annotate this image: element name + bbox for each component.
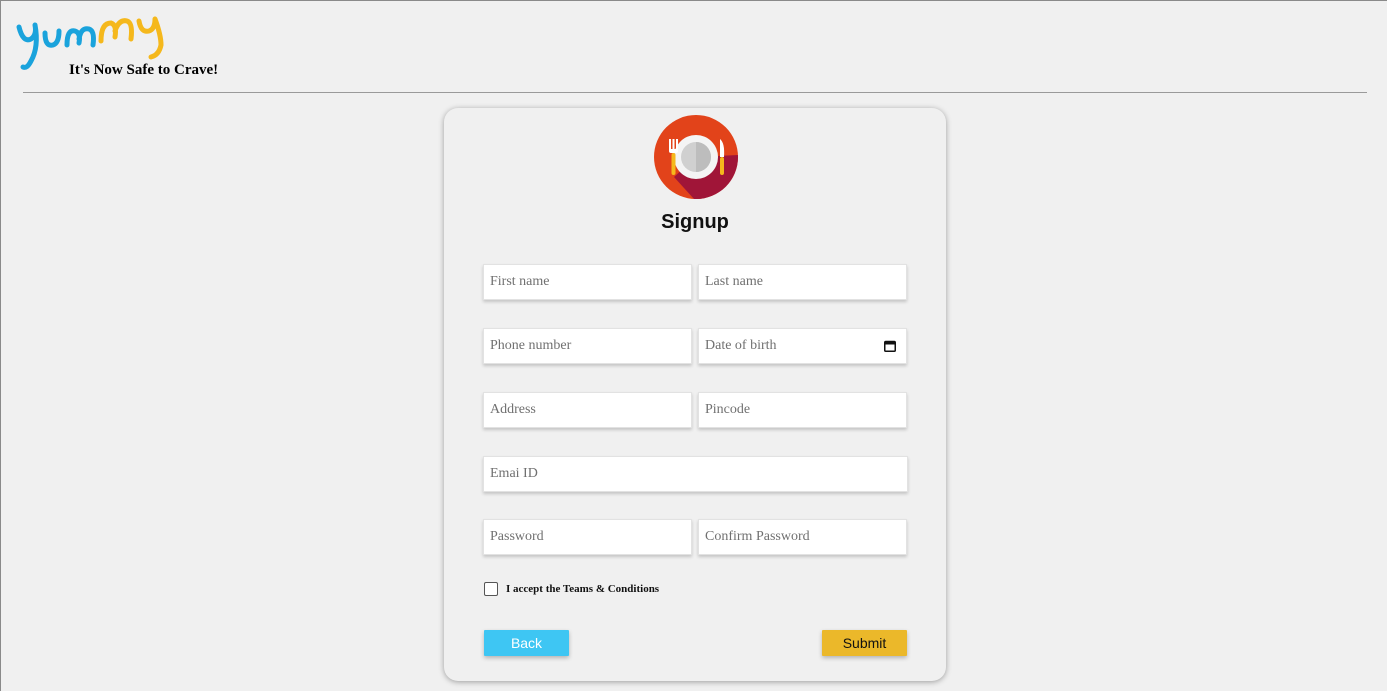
- terms-label: I accept the Teams & Conditions: [506, 583, 660, 595]
- phone-field: [483, 328, 692, 364]
- first-name-input[interactable]: [484, 265, 691, 299]
- page-header: It's Now Safe to Crave!: [1, 1, 1387, 93]
- first-name-field: [483, 264, 692, 300]
- terms-checkbox[interactable]: [484, 582, 498, 596]
- confirm-password-input[interactable]: [699, 520, 906, 554]
- submit-button[interactable]: Submit: [822, 630, 907, 656]
- dob-input[interactable]: [699, 329, 906, 363]
- dob-field: [698, 328, 907, 364]
- address-field: [483, 392, 692, 428]
- calendar-icon[interactable]: [884, 340, 896, 352]
- email-field: [483, 456, 908, 492]
- header-divider: [23, 92, 1367, 93]
- tagline: It's Now Safe to Crave!: [69, 62, 219, 78]
- password-input[interactable]: [484, 520, 691, 554]
- last-name-input[interactable]: [699, 265, 906, 299]
- form-title: Signup: [661, 211, 729, 233]
- password-field: [483, 519, 692, 555]
- phone-input[interactable]: [484, 329, 691, 363]
- pincode-input[interactable]: [699, 393, 906, 427]
- address-input[interactable]: [484, 393, 691, 427]
- back-button[interactable]: Back: [484, 630, 569, 656]
- plate-fork-knife-icon: [654, 115, 738, 199]
- email-input[interactable]: [484, 457, 907, 491]
- signup-card: Signup I accept the Teams & Conditions B…: [444, 108, 946, 681]
- last-name-field: [698, 264, 907, 300]
- terms-row: I accept the Teams & Conditions: [484, 582, 659, 596]
- confirm-password-field: [698, 519, 907, 555]
- pincode-field: [698, 392, 907, 428]
